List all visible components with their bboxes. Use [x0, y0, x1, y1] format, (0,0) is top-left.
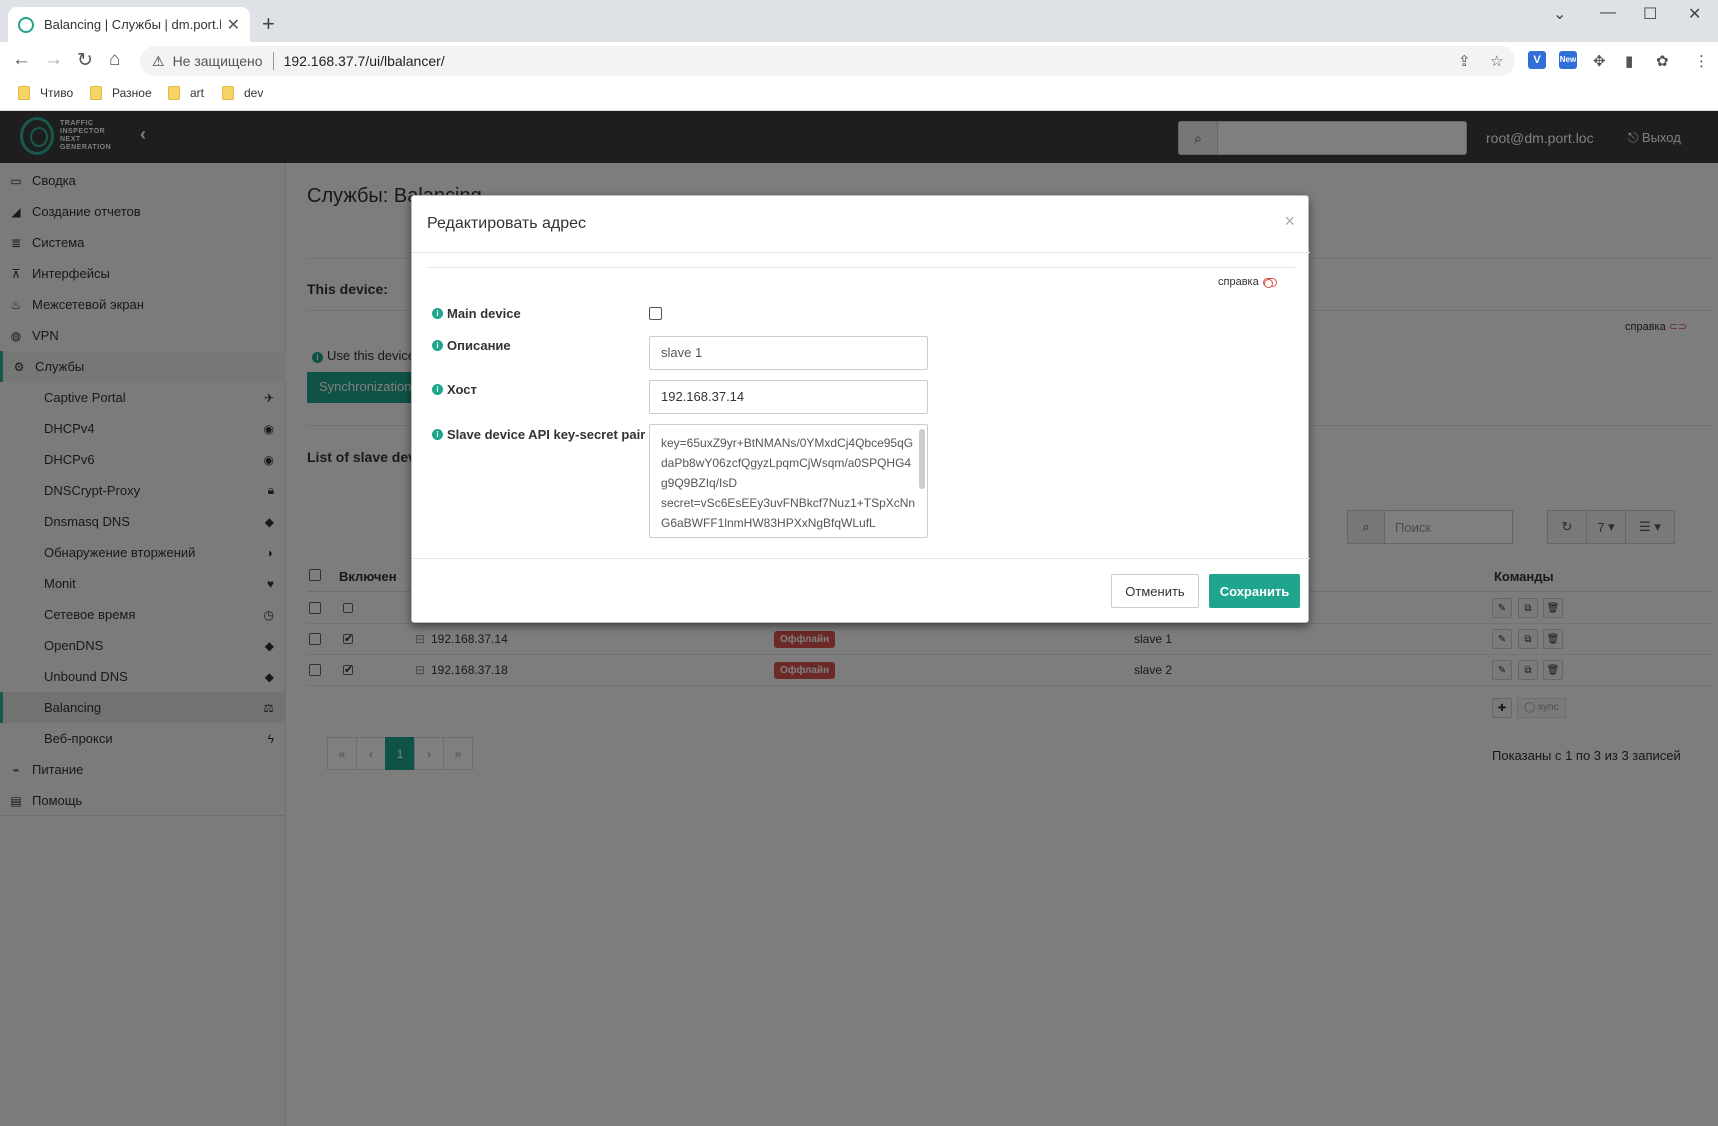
info-icon[interactable]: i	[432, 340, 443, 351]
modal-title: Редактировать адрес	[427, 215, 586, 232]
address-bar: ← → ↻ ⌂ ⚠ Не защищено 192.168.37.7/ui/lb…	[0, 42, 1718, 80]
tab-search-icon[interactable]: ⌄	[1553, 4, 1566, 24]
info-icon[interactable]: i	[432, 308, 443, 319]
save-button[interactable]: Сохранить	[1209, 574, 1300, 608]
host-label: i Хост	[432, 382, 477, 397]
url-field[interactable]: ⚠ Не защищено 192.168.37.7/ui/lbalancer/	[140, 46, 1515, 76]
cancel-button[interactable]: Отменить	[1111, 574, 1199, 608]
info-icon[interactable]: i	[432, 384, 443, 395]
bookmark-star-icon[interactable]: ☆	[1490, 52, 1503, 70]
tab-title: Balancing | Службы | dm.port.loc	[44, 17, 221, 32]
main-device-checkbox[interactable]	[649, 307, 662, 320]
reload-icon[interactable]: ↻	[77, 49, 93, 72]
sidepanel-icon[interactable]: ▮	[1625, 52, 1633, 70]
bookmark-item[interactable]: dev	[222, 86, 263, 100]
info-icon[interactable]: i	[432, 429, 443, 440]
close-window-icon[interactable]: ✕	[1688, 4, 1701, 24]
divider	[272, 52, 274, 70]
extension-v-icon[interactable]: V	[1528, 51, 1546, 69]
edit-address-dialog: Редактировать адрес × справка i Main devi…	[411, 195, 1310, 624]
description-label: i Описание	[432, 338, 511, 353]
toggle-icon	[1262, 277, 1277, 288]
api-key-textarea[interactable]: key=65uxZ9yr+BtNMANs/0YMxdCj4Qbce95qGdaP…	[649, 424, 928, 538]
api-key-label: i Slave device API key-secret pair	[432, 427, 645, 442]
home-icon[interactable]: ⌂	[109, 49, 120, 71]
main-device-label: i Main device	[432, 306, 521, 321]
warning-icon: ⚠	[152, 52, 165, 69]
description-input[interactable]: slave 1	[649, 336, 928, 370]
bookmark-label: Разное	[112, 86, 152, 100]
help-toggle[interactable]: справка	[1218, 276, 1277, 288]
browser-tab[interactable]: Balancing | Службы | dm.port.loc ✕	[8, 7, 250, 42]
favicon-icon	[18, 16, 34, 33]
bookmarks-bar: Чтиво Разное art dev	[0, 80, 1718, 111]
host-input[interactable]: 192.168.37.14	[649, 380, 928, 414]
bookmark-label: dev	[244, 86, 264, 100]
maximize-icon[interactable]: ☐	[1643, 4, 1657, 24]
puzzle-icon[interactable]: ✥	[1593, 52, 1606, 70]
modal-footer: Отменить Сохранить	[412, 558, 1310, 624]
extension-new-icon[interactable]: New	[1559, 51, 1577, 69]
divider	[427, 267, 1295, 268]
minimize-icon[interactable]: —	[1600, 4, 1616, 22]
insecure-label: Не защищено	[172, 53, 263, 69]
profile-icon[interactable]: ✿	[1656, 52, 1669, 70]
close-icon[interactable]: ×	[1284, 211, 1295, 232]
share-icon[interactable]: ⇪	[1458, 52, 1471, 70]
url-text: 192.168.37.7/ui/lbalancer/	[283, 53, 445, 69]
bookmark-item[interactable]: art	[168, 86, 204, 100]
folder-icon	[90, 86, 102, 100]
back-icon[interactable]: ←	[12, 49, 31, 71]
bookmark-item[interactable]: Разное	[90, 86, 152, 100]
folder-icon	[222, 86, 234, 100]
close-tab-icon[interactable]: ✕	[227, 15, 240, 35]
modal-header: Редактировать адрес ×	[412, 196, 1310, 253]
bookmark-item[interactable]: Чтиво	[18, 86, 73, 100]
folder-icon	[168, 86, 180, 100]
textarea-scrollbar[interactable]	[919, 429, 925, 489]
bookmark-label: Чтиво	[40, 86, 74, 100]
new-tab-icon[interactable]: +	[262, 11, 275, 37]
forward-icon[interactable]: →	[44, 49, 63, 71]
bookmark-label: art	[190, 86, 205, 100]
browser-tabbar: Balancing | Службы | dm.port.loc ✕ + ⌄ —…	[0, 0, 1718, 42]
folder-icon	[18, 86, 30, 100]
menu-icon[interactable]: ⋮	[1694, 52, 1709, 70]
